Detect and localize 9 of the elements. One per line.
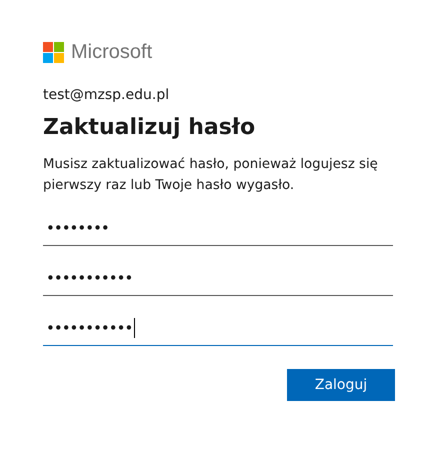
description-text: Musisz zaktualizować hasło, ponieważ logujesz się pierwszy raz lub Twoje hasło wygasło. [43,156,379,195]
password-field[interactable]: ••••••••••• [43,311,393,346]
password-field[interactable]: ••••••••••• [43,261,393,296]
brand-name: Microsoft [71,40,152,64]
password-field[interactable]: •••••••• [43,211,393,246]
sign-in-button[interactable]: Zaloguj [287,369,395,401]
windows-logo-icon [43,42,64,62]
page-title: Zaktualizuj hasło [43,115,256,140]
account-email: test@mzsp.edu.pl [43,87,170,103]
